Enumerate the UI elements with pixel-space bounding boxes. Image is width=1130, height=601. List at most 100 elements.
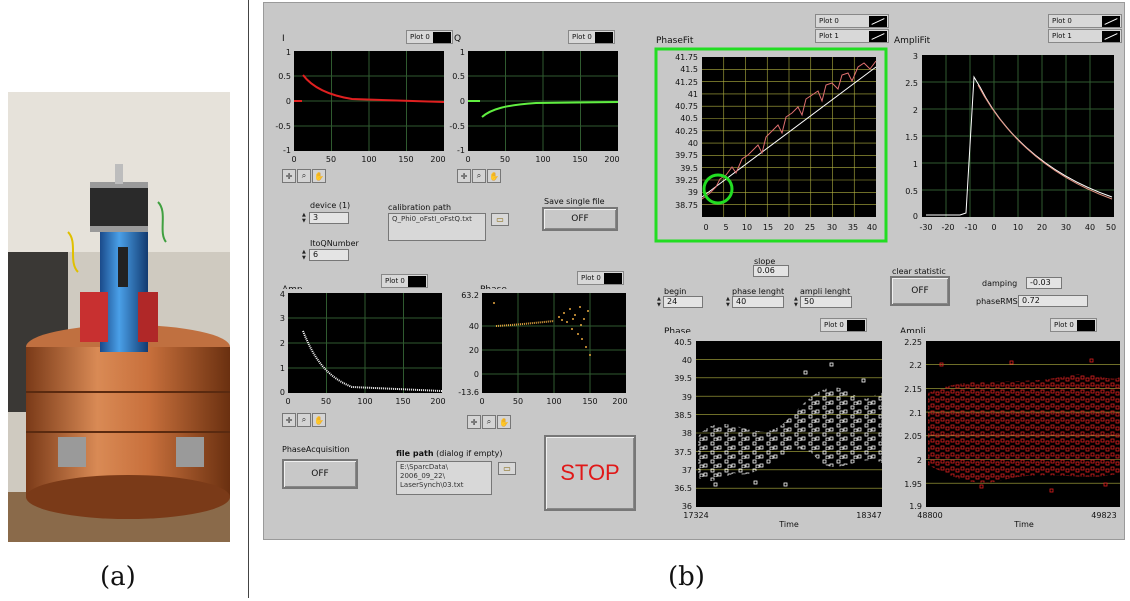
phase-length-spinner-icon[interactable]: ▲ ▼	[726, 296, 731, 308]
tick: -0.5	[275, 122, 291, 131]
plot-phasefit-legend-0[interactable]: Plot 0	[815, 14, 889, 28]
legend-swatch-icon	[846, 319, 865, 331]
folder-browse-icon[interactable]: ▭	[491, 213, 509, 226]
plot-amplifit-legend-1[interactable]: Plot 1	[1048, 29, 1122, 43]
plot-i-legend[interactable]: Plot 0	[406, 30, 453, 44]
figure-divider	[248, 0, 249, 598]
plot-amp-legend[interactable]: Plot 0	[381, 274, 428, 288]
tick: 150	[582, 397, 597, 406]
tick: 40.75	[675, 102, 698, 111]
tick: 50	[326, 155, 336, 164]
caption-a: (a)	[100, 562, 136, 592]
plot-amplifit-legend-0[interactable]: Plot 0	[1048, 14, 1122, 28]
ampli-length-spinner-icon[interactable]: ▲ ▼	[794, 296, 799, 308]
device-spinner-icon[interactable]: ▲ ▼	[302, 212, 307, 224]
tick: 41	[688, 90, 698, 99]
tick: 1.9	[909, 502, 922, 511]
tick: 100	[361, 155, 376, 164]
phase-acquisition-button[interactable]: OFF	[282, 459, 358, 489]
itoqnumber-spinner-icon[interactable]: ▲ ▼	[302, 249, 307, 261]
slope-field: 0.06	[753, 265, 789, 277]
plot-amplifit[interactable]: 3 2.5 2 1.5 1 0.5 0 -30 -20 -10 0 10 20 …	[890, 47, 1124, 243]
tick: 0.5	[452, 72, 465, 81]
tick: 39	[682, 393, 692, 402]
plot-ampli-big[interactable]: 2.25 2.2 2.15 2.1 2.05 2 1.95 1.9 48800 …	[890, 333, 1122, 531]
tick: -13.6	[458, 388, 479, 397]
phase-length-field[interactable]: 40	[732, 296, 784, 308]
tick: 50	[513, 397, 523, 406]
tick: 0	[703, 223, 708, 232]
pan-hand-icon[interactable]: ✋	[312, 169, 326, 183]
zoom-icon[interactable]: ⌕	[297, 413, 311, 427]
begin-spinner-icon[interactable]: ▲ ▼	[657, 296, 662, 308]
save-single-file-button[interactable]: OFF	[542, 207, 618, 231]
crosshair-icon[interactable]: ✛	[282, 169, 296, 183]
clear-statistic-button[interactable]: OFF	[890, 276, 950, 306]
crosshair-icon[interactable]: ✛	[457, 169, 471, 183]
plot-q-legend[interactable]: Plot 0	[568, 30, 615, 44]
calibration-path-field[interactable]: Q_Phi0_oFstI_oFstQ.txt	[388, 213, 486, 241]
tick: 2.05	[904, 432, 922, 441]
device-photo	[8, 92, 230, 542]
pan-hand-icon[interactable]: ✋	[487, 169, 501, 183]
tick: 41.25	[675, 78, 698, 87]
ampli-length-field[interactable]: 50	[800, 296, 852, 308]
tick: 20	[784, 223, 794, 232]
tick: 40.5	[680, 114, 698, 123]
tick: 0	[991, 223, 996, 232]
tick: 39.75	[675, 151, 698, 160]
tick: 63.2	[461, 291, 479, 300]
damping-label: damping	[982, 279, 1018, 288]
tick: 49823	[1091, 511, 1116, 520]
tick: 40.25	[675, 127, 698, 136]
tick: 38.5	[674, 411, 692, 420]
file-path-field[interactable]: E:\SparcData\ 2006_09_22\ LaserSynch\03.…	[396, 461, 492, 495]
tick: 0	[285, 397, 290, 406]
tick: 0	[479, 397, 484, 406]
tick: 2.25	[904, 338, 922, 347]
plot-phase-big-legend[interactable]: Plot 0	[820, 318, 867, 332]
folder-browse-icon[interactable]: ▭	[498, 462, 516, 475]
plot-q-title: Q	[454, 34, 462, 44]
tick: 1	[460, 48, 465, 57]
zoom-icon[interactable]: ⌕	[472, 169, 486, 183]
pan-hand-icon[interactable]: ✋	[497, 415, 511, 429]
plot-phase-small[interactable]: 63.2 40 20 0 -13.6 0 50 100 150 200	[454, 289, 634, 411]
ampli-length-label: ampli lenght	[800, 287, 851, 296]
plot-q[interactable]: 1 0.5 0 -0.5 -1 0 50 100 150 200	[446, 47, 621, 169]
tick: 36	[682, 502, 692, 511]
tick: 200	[430, 397, 445, 406]
tick: -1	[283, 146, 291, 155]
plot-amp[interactable]: 4 3 2 1 0 0 50 100 150 200	[272, 289, 450, 411]
tick: 2	[280, 339, 285, 348]
device-field[interactable]: 3	[309, 212, 349, 224]
begin-field[interactable]: 24	[663, 296, 703, 308]
plot-phasefit-legend-1[interactable]: Plot 1	[815, 29, 889, 43]
tick: 10	[742, 223, 752, 232]
zoom-icon[interactable]: ⌕	[297, 169, 311, 183]
tick: 39	[688, 188, 698, 197]
tick: 0	[913, 212, 918, 221]
tick: 40	[469, 322, 479, 331]
tick: -20	[941, 223, 954, 232]
tick: 100	[357, 397, 372, 406]
itoqnumber-field[interactable]: 6	[309, 249, 349, 261]
tick: -30	[919, 223, 932, 232]
tick: 200	[604, 155, 619, 164]
tick: 0	[460, 97, 465, 106]
plot-i[interactable]: 1 0.5 0 -0.5 -1 0 50 100 150 200	[272, 47, 447, 169]
tick: 40	[682, 356, 692, 365]
tick: 0	[291, 155, 296, 164]
stop-button[interactable]: STOP	[544, 435, 636, 511]
plot-ampli-big-legend[interactable]: Plot 0	[1050, 318, 1097, 332]
plot-phase-small-legend[interactable]: Plot 0	[577, 271, 624, 285]
pan-hand-icon[interactable]: ✋	[312, 413, 326, 427]
crosshair-icon[interactable]: ✛	[467, 415, 481, 429]
tick: 30	[1061, 223, 1071, 232]
tick: 1	[913, 160, 918, 169]
zoom-icon[interactable]: ⌕	[482, 415, 496, 429]
plot-phase-big[interactable]: 40.5 40 39.5 39 38.5 38 37.5 37 36.5 36 …	[654, 333, 884, 531]
tick: 48800	[917, 511, 942, 520]
plot-phasefit[interactable]: 41.75 41.5 41.25 41 40.75 40.5 40.25 40 …	[654, 47, 888, 243]
crosshair-icon[interactable]: ✛	[282, 413, 296, 427]
